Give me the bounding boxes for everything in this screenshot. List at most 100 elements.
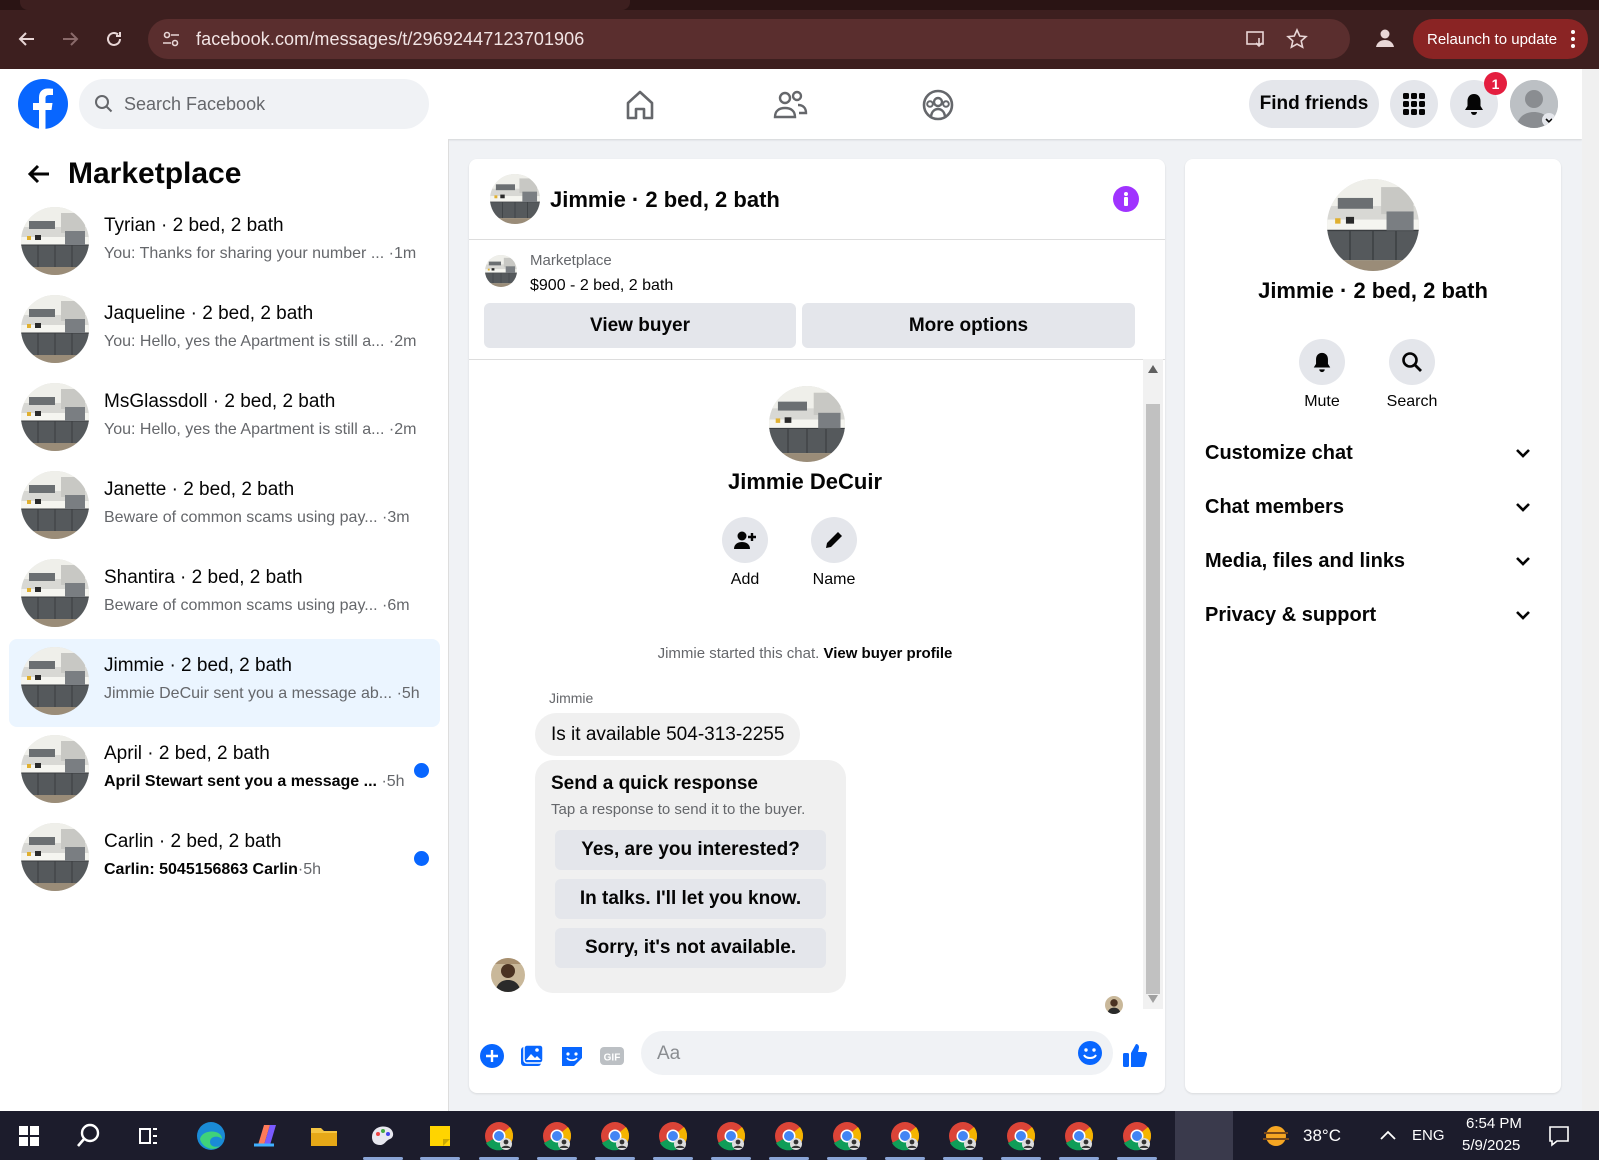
home-icon[interactable] xyxy=(620,85,660,125)
chrome-app-icon[interactable] xyxy=(772,1119,806,1153)
notification-center-icon[interactable] xyxy=(1548,1125,1570,1147)
buyer-profile-photo[interactable] xyxy=(769,386,845,462)
conversation-item[interactable]: Shantira · 2 bed, 2 bath Beware of common… xyxy=(9,551,440,639)
search-facebook-input[interactable]: Search Facebook xyxy=(79,79,429,129)
sticker-icon[interactable] xyxy=(559,1043,585,1069)
chrome-app-icon[interactable] xyxy=(656,1119,690,1153)
sticky-notes-icon[interactable] xyxy=(423,1119,457,1153)
url-text[interactable]: facebook.com/messages/t/2969244712370190… xyxy=(196,29,584,50)
chrome-app-icon[interactable] xyxy=(540,1119,574,1153)
chrome-app-icon[interactable] xyxy=(598,1119,632,1153)
chat-title[interactable]: Jimmie · 2 bed, 2 bath xyxy=(550,187,780,213)
account-avatar[interactable] xyxy=(1510,80,1558,128)
customize-chat-section[interactable]: Customize chat xyxy=(1205,433,1541,473)
add-person-button[interactable] xyxy=(722,517,768,563)
section-label: Privacy & support xyxy=(1205,603,1377,626)
back-arrow-icon[interactable] xyxy=(26,161,52,187)
unread-dot xyxy=(414,851,429,866)
edit-name-button[interactable] xyxy=(811,517,857,563)
gif-icon[interactable]: GIF xyxy=(599,1043,625,1069)
chrome-app-icon[interactable] xyxy=(482,1119,516,1153)
windows-start-icon[interactable] xyxy=(12,1119,46,1153)
conversation-item[interactable]: Jaqueline · 2 bed, 2 bath You: Hello, yes… xyxy=(9,287,440,375)
conversation-avatar xyxy=(21,471,89,539)
message-input[interactable]: Aa xyxy=(641,1031,1113,1075)
forward-button[interactable] xyxy=(55,24,85,54)
message-bubble[interactable]: Is it available 504-313-2255 xyxy=(535,713,801,756)
scroll-up-icon[interactable] xyxy=(1148,365,1158,373)
menu-grid-button[interactable] xyxy=(1390,80,1438,128)
quick-option-label: Yes, are you interested? xyxy=(581,839,800,860)
bookmark-star-icon[interactable] xyxy=(1286,28,1308,50)
add-label: Add xyxy=(730,571,760,588)
bell-icon xyxy=(1313,352,1331,373)
quick-response-option[interactable]: Sorry, it's not available. xyxy=(555,928,826,968)
copilot-icon[interactable] xyxy=(250,1119,284,1153)
sender-avatar[interactable] xyxy=(491,958,525,992)
site-settings-icon[interactable] xyxy=(160,28,182,50)
reload-button[interactable] xyxy=(99,24,129,54)
quick-option-label: In talks. I'll let you know. xyxy=(579,888,802,909)
conversation-item[interactable]: Jimmie · 2 bed, 2 bath Jimmie DeCuir sent… xyxy=(9,639,440,727)
conversation-item[interactable]: Tyrian · 2 bed, 2 bath You: Thanks for sh… xyxy=(9,199,440,287)
chrome-app-icon[interactable] xyxy=(714,1119,748,1153)
chevron-up-icon[interactable] xyxy=(1380,1129,1396,1141)
conversation-item[interactable]: Janette · 2 bed, 2 bath Beware of common … xyxy=(9,463,440,551)
chrome-app-icon[interactable] xyxy=(946,1119,980,1153)
quick-response-option[interactable]: In talks. I'll let you know. xyxy=(555,879,826,919)
thumbs-up-icon[interactable] xyxy=(1121,1041,1149,1069)
active-tab[interactable] xyxy=(20,0,630,10)
view-buyer-profile-link[interactable]: View buyer profile xyxy=(823,645,952,662)
edge-browser-icon[interactable] xyxy=(194,1119,228,1153)
quick-response-option[interactable]: Yes, are you interested? xyxy=(555,830,826,870)
chat-avatar[interactable] xyxy=(490,174,540,224)
clock-time[interactable]: 6:54 PM xyxy=(1466,1115,1522,1132)
facebook-logo-icon[interactable] xyxy=(18,79,68,129)
listing-price[interactable]: $900 - 2 bed, 2 bath xyxy=(530,277,673,295)
search-in-chat-button[interactable] xyxy=(1389,339,1435,385)
listing-thumbnail[interactable] xyxy=(485,255,517,287)
paint-icon[interactable] xyxy=(366,1119,400,1153)
info-icon[interactable] xyxy=(1113,186,1139,212)
conversation-item[interactable]: Carlin · 2 bed, 2 bath Carlin: 5045156863… xyxy=(9,815,440,903)
scroll-down-icon[interactable] xyxy=(1148,995,1158,1003)
details-avatar[interactable] xyxy=(1327,179,1419,271)
groups-icon[interactable] xyxy=(918,85,958,125)
profile-icon[interactable] xyxy=(1373,26,1397,50)
find-friends-button[interactable]: Find friends xyxy=(1249,80,1379,128)
conversation-avatar xyxy=(21,647,89,715)
scrollbar-thumb[interactable] xyxy=(1146,404,1160,994)
emoji-icon[interactable] xyxy=(1077,1040,1103,1066)
page-scrollbar[interactable] xyxy=(1582,69,1599,1111)
chrome-app-icon[interactable] xyxy=(1004,1119,1038,1153)
privacy-support-section[interactable]: Privacy & support xyxy=(1205,595,1541,635)
more-options-button[interactable]: More options xyxy=(802,303,1135,348)
address-bar[interactable]: facebook.com/messages/t/2969244712370190… xyxy=(148,19,1350,59)
friends-icon[interactable] xyxy=(770,85,810,125)
photo-icon[interactable] xyxy=(519,1043,545,1069)
chrome-app-icon[interactable] xyxy=(830,1119,864,1153)
chrome-app-icon[interactable] xyxy=(1120,1119,1154,1153)
conversation-item[interactable]: April · 2 bed, 2 bath April Stewart sent … xyxy=(9,727,440,815)
message-scrollbar[interactable] xyxy=(1143,359,1163,1009)
search-icon[interactable] xyxy=(72,1119,106,1153)
weather-icon[interactable] xyxy=(1262,1123,1290,1149)
conversation-item[interactable]: MsGlassdoll · 2 bed, 2 bath You: Hello, y… xyxy=(9,375,440,463)
temperature-text[interactable]: 38°C xyxy=(1303,1126,1341,1146)
plus-circle-icon[interactable] xyxy=(479,1043,505,1069)
language-indicator[interactable]: ENG xyxy=(1412,1127,1445,1144)
unread-dot xyxy=(414,763,429,778)
view-buyer-button[interactable]: View buyer xyxy=(484,303,796,348)
clock-date[interactable]: 5/9/2025 xyxy=(1462,1137,1520,1154)
file-explorer-icon[interactable] xyxy=(307,1119,341,1153)
chrome-app-icon[interactable] xyxy=(888,1119,922,1153)
media-files-links-section[interactable]: Media, files and links xyxy=(1205,541,1541,581)
back-button[interactable] xyxy=(12,24,42,54)
task-view-icon[interactable] xyxy=(131,1119,165,1153)
relaunch-button[interactable]: Relaunch to update xyxy=(1413,19,1588,59)
chat-members-section[interactable]: Chat members xyxy=(1205,487,1541,527)
install-app-icon[interactable] xyxy=(1245,28,1267,50)
mute-button[interactable] xyxy=(1299,339,1345,385)
chrome-app-icon[interactable] xyxy=(1062,1119,1096,1153)
notification-badge: 1 xyxy=(1484,72,1507,95)
